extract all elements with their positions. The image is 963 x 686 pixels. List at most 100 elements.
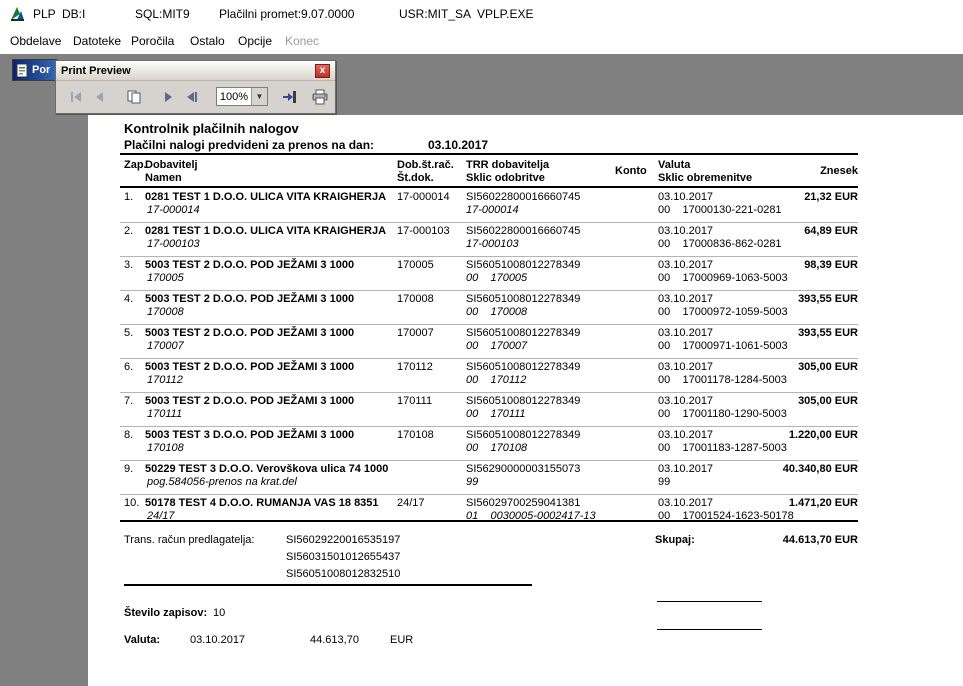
previous-page-icon bbox=[96, 91, 103, 102]
first-page-button[interactable] bbox=[64, 85, 88, 109]
row-supplier: 5003 TEST 2 D.O.O. POD JEŽAMI 3 1000 bbox=[145, 293, 355, 305]
row-namen: 170108 bbox=[147, 442, 184, 454]
pages-button[interactable] bbox=[122, 85, 146, 109]
menu-item-obdelave[interactable]: Obdelave bbox=[10, 28, 61, 54]
menu-item-ostalo[interactable]: Ostalo bbox=[190, 28, 225, 54]
first-page-icon bbox=[71, 91, 81, 102]
row-namen: 170008 bbox=[147, 306, 184, 318]
row-valuta: 03.10.2017 bbox=[658, 463, 714, 475]
row-namen: 170111 bbox=[147, 408, 183, 420]
row-sklic-odobritve: 99 bbox=[466, 476, 479, 488]
row-doc-number: 24/17 bbox=[397, 497, 425, 509]
row-trr: SI56051008012278349 bbox=[466, 327, 581, 339]
row-trr: SI56029700259041381 bbox=[466, 497, 581, 509]
row-number: 10. bbox=[124, 497, 140, 509]
row-namen: 170007 bbox=[147, 340, 184, 352]
print-preview-title: Print Preview bbox=[61, 64, 131, 77]
col-header-dob-st-rac: Dob.št.rač. bbox=[397, 159, 454, 171]
report-window-title: Por bbox=[32, 64, 51, 76]
row-trr: SI56290000003155073 bbox=[466, 463, 581, 475]
col-header-sklic-odobritve: Sklic odobritve bbox=[466, 172, 545, 184]
table-row: 7. 5003 TEST 2 D.O.O. POD JEŽAMI 3 1000 … bbox=[120, 393, 858, 427]
menu-item-porocila[interactable]: Poročila bbox=[131, 28, 174, 54]
row-supplier: 5003 TEST 2 D.O.O. POD JEŽAMI 3 1000 bbox=[145, 395, 355, 407]
row-namen: 170112 bbox=[147, 374, 183, 386]
trans-account-value: SI56031501012655437 bbox=[286, 551, 401, 563]
print-button[interactable] bbox=[308, 85, 332, 109]
row-sklic-odobritve: 00 170007 bbox=[466, 340, 528, 352]
print-preview-titlebar[interactable]: Print Preview x bbox=[56, 61, 335, 81]
row-valuta: 03.10.2017 bbox=[658, 293, 714, 305]
row-valuta: 03.10.2017 bbox=[658, 191, 714, 203]
report-window-icon bbox=[16, 63, 28, 77]
col-header-dobavitelj: Dobavitelj bbox=[145, 159, 198, 171]
row-supplier: 0281 TEST 1 D.O.O. ULICA VITA KRAIGHERJA bbox=[145, 191, 387, 203]
row-doc-number: 170108 bbox=[397, 429, 434, 441]
col-header-znesek: Znesek bbox=[820, 165, 858, 177]
row-trr: SI56022800016660745 bbox=[466, 225, 581, 237]
row-amount: 393,55 EUR bbox=[798, 293, 858, 305]
row-sklic-obremenitve: 00 17001178-1284-5003 bbox=[658, 374, 787, 386]
close-icon: x bbox=[319, 64, 326, 76]
title-segment: PLP bbox=[33, 7, 56, 21]
row-supplier: 0281 TEST 1 D.O.O. ULICA VITA KRAIGHERJA bbox=[145, 225, 387, 237]
row-supplier: 5003 TEST 2 D.O.O. POD JEŽAMI 3 1000 bbox=[145, 327, 355, 339]
print-preview-toolbar: 100% ▼ bbox=[56, 81, 335, 112]
title-segment: SQL:MIT9 bbox=[135, 7, 190, 21]
row-valuta: 03.10.2017 bbox=[658, 497, 714, 509]
row-valuta: 03.10.2017 bbox=[658, 361, 714, 373]
row-namen: pog.584056-prenos na krat.del bbox=[147, 476, 297, 488]
close-button[interactable]: x bbox=[315, 63, 330, 78]
trans-account-value: SI56029220016535197 bbox=[286, 534, 401, 546]
signature-line bbox=[657, 629, 762, 630]
row-number: 7. bbox=[124, 395, 134, 407]
exit-preview-button[interactable] bbox=[278, 85, 302, 109]
last-page-icon bbox=[187, 91, 197, 102]
signature-line bbox=[657, 601, 762, 602]
next-page-button[interactable] bbox=[156, 85, 180, 109]
trans-account-label: Trans. račun predlagatelja: bbox=[124, 534, 255, 546]
row-sklic-odobritve: 17-000014 bbox=[466, 204, 519, 216]
previous-page-button[interactable] bbox=[88, 85, 112, 109]
app-icon bbox=[9, 5, 26, 22]
row-number: 2. bbox=[124, 225, 134, 237]
menu-item-datoteke[interactable]: Datoteke bbox=[73, 28, 121, 54]
valuta-label: Valuta: bbox=[124, 634, 161, 646]
title-segment: VPLP.EXE bbox=[477, 7, 534, 21]
row-sklic-obremenitve: 99 bbox=[658, 476, 671, 488]
row-supplier: 5003 TEST 3 D.O.O. POD JEŽAMI 3 1000 bbox=[145, 429, 355, 441]
row-sklic-obremenitve: 00 17000836-862-0281 bbox=[658, 238, 782, 250]
table-row: 2. 0281 TEST 1 D.O.O. ULICA VITA KRAIGHE… bbox=[120, 223, 858, 257]
valuta-currency: EUR bbox=[390, 634, 414, 646]
divider bbox=[120, 186, 858, 188]
divider bbox=[120, 520, 858, 522]
divider bbox=[120, 153, 858, 155]
table-row: 1. 0281 TEST 1 D.O.O. ULICA VITA KRAIGHE… bbox=[120, 189, 858, 223]
table-row: 9. 50229 TEST 3 D.O.O. Verovškova ulica … bbox=[120, 461, 858, 495]
total-label: Skupaj: bbox=[655, 534, 695, 546]
menu-bar: Obdelave Datoteke Poročila Ostalo Opcije… bbox=[0, 28, 963, 54]
row-sklic-obremenitve: 00 17000972-1059-5003 bbox=[658, 306, 788, 318]
row-number: 8. bbox=[124, 429, 134, 441]
row-number: 9. bbox=[124, 463, 134, 475]
row-valuta: 03.10.2017 bbox=[658, 225, 714, 237]
report-title: Kontrolnik plačilnih nalogov bbox=[124, 121, 299, 136]
menu-item-konec[interactable]: Konec bbox=[285, 28, 319, 54]
last-page-button[interactable] bbox=[180, 85, 204, 109]
record-count-label: Število zapisov: bbox=[124, 607, 208, 619]
row-sklic-odobritve: 00 170111 bbox=[466, 408, 526, 420]
valuta-amount: 44.613,70 bbox=[310, 634, 359, 646]
row-valuta: 03.10.2017 bbox=[658, 327, 714, 339]
report-child-window-titlebar[interactable]: Por bbox=[12, 59, 57, 81]
row-trr: SI56051008012278349 bbox=[466, 429, 581, 441]
row-supplier: 5003 TEST 2 D.O.O. POD JEŽAMI 3 1000 bbox=[145, 259, 355, 271]
row-amount: 64,89 EUR bbox=[804, 225, 858, 237]
menu-item-opcije[interactable]: Opcije bbox=[238, 28, 272, 54]
row-number: 5. bbox=[124, 327, 134, 339]
pages-icon bbox=[127, 90, 141, 103]
row-namen: 17-000103 bbox=[147, 238, 200, 250]
row-valuta: 03.10.2017 bbox=[658, 395, 714, 407]
zoom-select[interactable]: 100% ▼ bbox=[216, 87, 268, 106]
row-supplier: 50178 TEST 4 D.O.O. RUMANJA VAS 18 8351 bbox=[145, 497, 379, 509]
row-number: 4. bbox=[124, 293, 134, 305]
